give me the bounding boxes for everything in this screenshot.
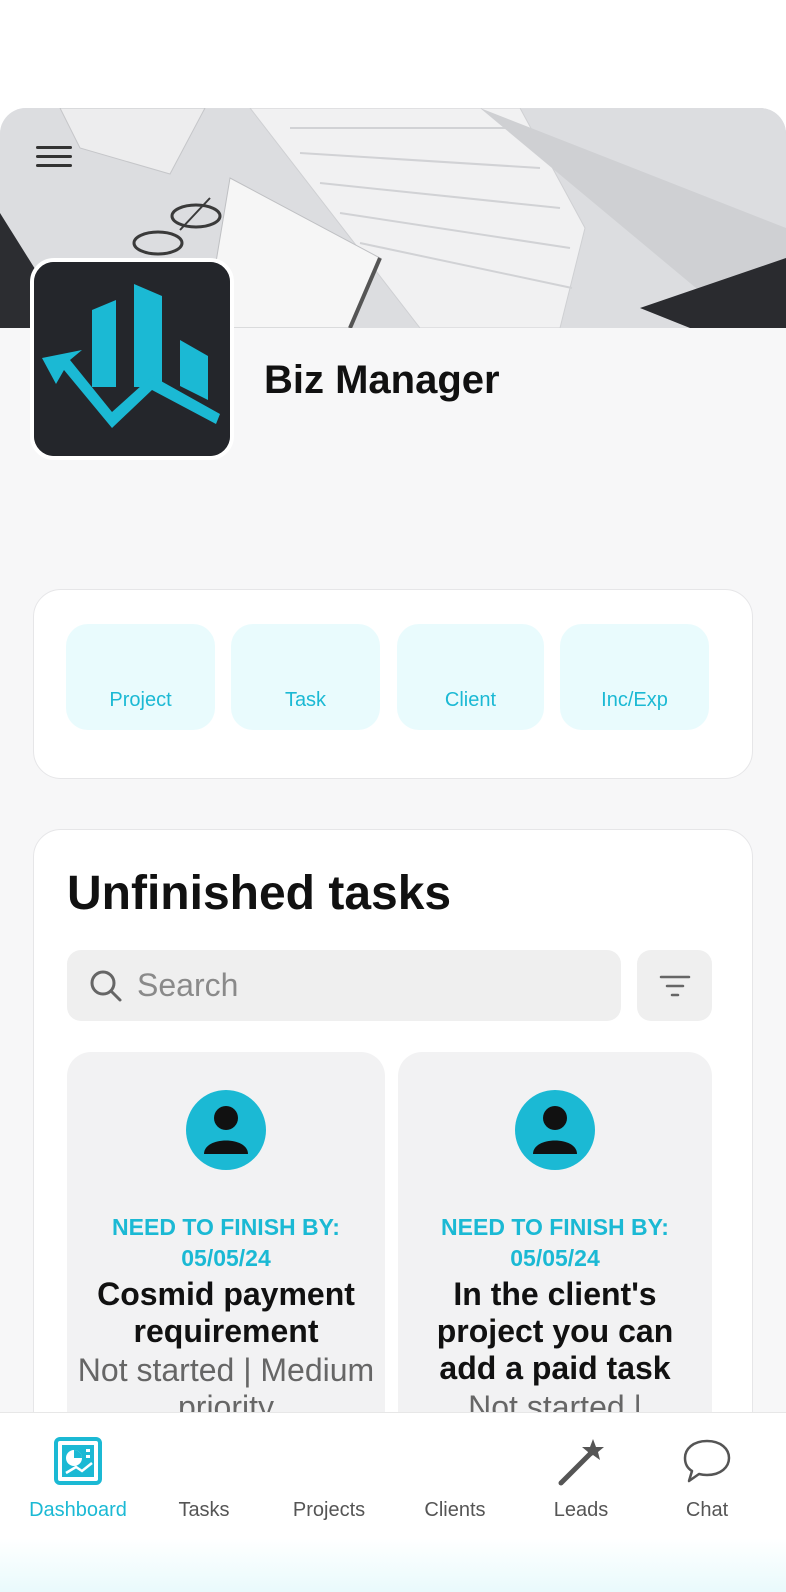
- nav-item-tasks[interactable]: Tasks: [141, 1435, 267, 1535]
- nav-item-clients[interactable]: Clients: [392, 1435, 518, 1535]
- due-date: NEED TO FINISH BY: 05/05/24: [112, 1214, 340, 1271]
- hamburger-menu-icon[interactable]: [36, 140, 76, 174]
- app-logo: [30, 258, 234, 460]
- clients-icon: [429, 1435, 481, 1487]
- search-input[interactable]: [137, 967, 607, 1004]
- nav-label: Clients: [424, 1499, 486, 1521]
- nav-item-dashboard[interactable]: Dashboard: [15, 1435, 141, 1535]
- due-date: NEED TO FINISH BY: 05/05/24: [441, 1214, 669, 1271]
- user-avatar-icon: [515, 1090, 595, 1170]
- nav-label: Chat: [685, 1499, 729, 1521]
- app-screen: Biz Manager Project Task Client Inc/Exp …: [0, 108, 786, 1592]
- tasks-icon: [178, 1435, 230, 1487]
- quick-action-label: Inc/Exp: [601, 689, 668, 711]
- user-avatar-icon: [186, 1090, 266, 1170]
- nav-item-leads[interactable]: Leads: [518, 1435, 644, 1535]
- bottom-navigation: Dashboard Tasks Projects Clients Leads C…: [0, 1412, 786, 1592]
- nav-label: Tasks: [178, 1499, 230, 1521]
- quick-action-label: Project: [109, 689, 172, 711]
- search-bar[interactable]: [67, 950, 621, 1021]
- quick-action-client[interactable]: Client: [397, 624, 544, 730]
- filter-icon: [659, 975, 690, 996]
- magic-wand-icon: [558, 1439, 604, 1486]
- quick-action-label: Client: [444, 689, 497, 711]
- bar-chart-arrow-logo: [34, 262, 230, 456]
- dashboard-icon: [54, 1437, 102, 1485]
- quick-action-inc-exp[interactable]: Inc/Exp: [560, 624, 709, 730]
- app-title: Biz Manager: [264, 358, 500, 402]
- quick-actions-card: Project Task Client Inc/Exp: [33, 589, 753, 779]
- filter-button[interactable]: [637, 950, 712, 1021]
- task-name: Cosmid payment requirement: [97, 1276, 355, 1349]
- nav-label: Projects: [292, 1499, 366, 1521]
- quick-action-label: Task: [284, 689, 327, 711]
- nav-label: Dashboard: [29, 1499, 127, 1521]
- nav-label: Leads: [553, 1499, 609, 1521]
- search-icon: [90, 970, 122, 1001]
- quick-action-project[interactable]: Project: [66, 624, 215, 730]
- chat-bubble-icon: [683, 1439, 731, 1483]
- quick-action-task[interactable]: Task: [231, 624, 380, 730]
- nav-item-projects[interactable]: Projects: [266, 1435, 392, 1535]
- task-name: In the client's project you can add a pa…: [436, 1276, 674, 1386]
- nav-item-chat[interactable]: Chat: [644, 1435, 770, 1535]
- projects-icon: [303, 1435, 355, 1487]
- section-title: Unfinished tasks: [67, 867, 452, 920]
